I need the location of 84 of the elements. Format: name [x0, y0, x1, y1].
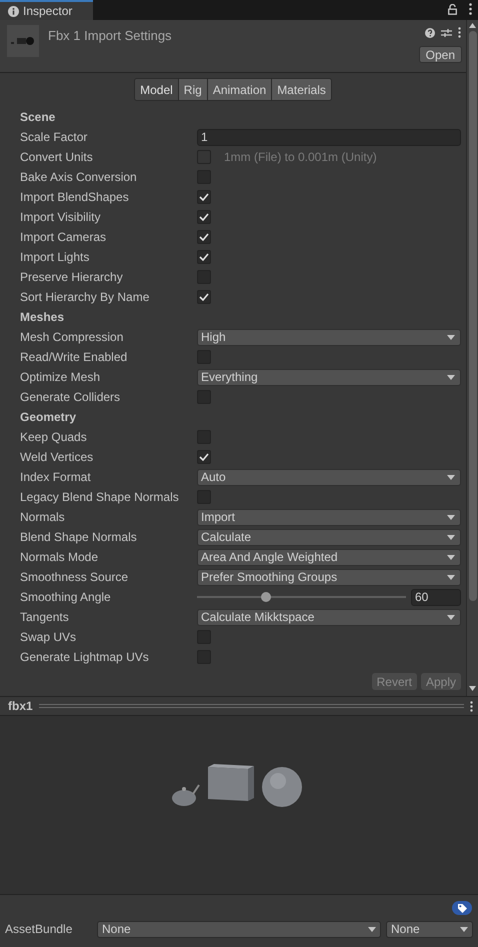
assetbundle-dropdown[interactable]: None: [97, 920, 381, 938]
field-label: Optimize Mesh: [20, 369, 102, 386]
more-icon[interactable]: [469, 3, 472, 15]
materials-tab[interactable]: Materials: [271, 79, 331, 100]
dropdown-caret-icon: [447, 574, 455, 580]
variant-dropdown[interactable]: None: [386, 920, 473, 938]
dropdown[interactable]: Area And Angle Weighted: [197, 548, 461, 566]
label-tag-button[interactable]: [452, 901, 472, 915]
section-header: Scene: [20, 109, 56, 126]
scrollbar[interactable]: [466, 20, 478, 696]
checkbox[interactable]: [197, 450, 211, 464]
more-icon[interactable]: [458, 27, 461, 38]
lock-icon[interactable]: [448, 4, 457, 15]
dropdown[interactable]: Auto: [197, 468, 461, 486]
tab-title: Inspector: [23, 3, 72, 20]
field-label: Swap UVs: [20, 629, 78, 646]
dropdown-caret-icon: [460, 926, 468, 932]
dropdown-caret-icon: [447, 534, 455, 540]
field-label: Read/Write Enabled: [20, 349, 128, 366]
assetbundle-label: AssetBundle: [5, 921, 74, 938]
model-tab[interactable]: Model: [135, 79, 178, 100]
scroll-up-icon[interactable]: [469, 23, 476, 28]
field-label: Normals: [20, 509, 66, 526]
more-icon[interactable]: [470, 700, 473, 712]
preview-title: fbx1: [8, 698, 33, 715]
dropdown-caret-icon: [447, 554, 455, 560]
field-label: Smoothing Angle: [20, 589, 112, 606]
dropdown[interactable]: Everything: [197, 368, 461, 386]
field-label: Weld Vertices: [20, 449, 94, 466]
field-label: Scale Factor: [20, 129, 88, 146]
scrollbar-thumb[interactable]: [468, 31, 476, 601]
sliders-icon[interactable]: [441, 28, 452, 38]
dropdown-caret-icon: [368, 926, 376, 932]
field-label: Smoothness Source: [20, 569, 130, 586]
dropdown-caret-icon: [447, 514, 455, 520]
checkbox[interactable]: [197, 190, 211, 204]
help-icon[interactable]: [425, 28, 435, 38]
dropdown-caret-icon: [447, 334, 455, 340]
field-label: Import BlendShapes: [20, 189, 130, 206]
units-hint: 1mm (File) to 0.001m (Unity): [224, 149, 377, 166]
inspector-tab[interactable]: Inspector: [0, 0, 93, 20]
dropdown-caret-icon: [447, 614, 455, 620]
animation-tab[interactable]: Animation: [206, 79, 272, 100]
field-label: Legacy Blend Shape Normals: [20, 489, 180, 506]
import-settings-title: Fbx 1 Import Settings: [48, 27, 173, 45]
open-button[interactable]: Open: [418, 46, 462, 63]
field-label: Mesh Compression: [20, 329, 124, 346]
field-label: Import Lights: [20, 249, 90, 266]
field-label: Preserve Hierarchy: [20, 269, 124, 286]
dropdown-caret-icon: [447, 374, 455, 380]
field-label: Normals Mode: [20, 549, 100, 566]
checkbox[interactable]: [197, 230, 211, 244]
checkbox[interactable]: [197, 250, 211, 264]
tag-icon: [458, 904, 466, 912]
slider[interactable]: [197, 590, 406, 604]
dropdown[interactable]: Calculate Mikktspace: [197, 608, 461, 626]
field-label: Import Cameras: [20, 229, 108, 246]
dropdown[interactable]: Prefer Smoothing Groups: [197, 568, 461, 586]
checkbox[interactable]: [197, 290, 211, 304]
field-label: Convert Units: [20, 149, 94, 166]
section-header: Meshes: [20, 309, 64, 326]
field-label: Generate Lightmap UVs: [20, 649, 150, 666]
scroll-down-icon[interactable]: [469, 686, 476, 691]
dropdown[interactable]: High: [197, 328, 461, 346]
dropdown-caret-icon: [447, 474, 455, 480]
dropdown[interactable]: Import: [197, 508, 461, 526]
angle-field[interactable]: 60: [411, 588, 461, 606]
field-label: Keep Quads: [20, 429, 88, 446]
scale-factor-field[interactable]: 1: [197, 128, 461, 146]
field-label: Bake Axis Conversion: [20, 169, 138, 186]
rig-tab[interactable]: Rig: [178, 79, 207, 100]
info-icon: [8, 6, 19, 16]
model-preview[interactable]: [0, 716, 478, 894]
field-label: Generate Colliders: [20, 389, 122, 406]
slider-thumb[interactable]: [260, 592, 271, 602]
model-icon: [11, 36, 35, 46]
field-label: Import Visibility: [20, 209, 102, 226]
field-label: Index Format: [20, 469, 92, 486]
field-label: Sort Hierarchy By Name: [20, 289, 150, 306]
checkbox[interactable]: [197, 210, 211, 224]
field-label: Tangents: [20, 609, 70, 626]
section-header: Geometry: [20, 409, 76, 426]
field-label: Blend Shape Normals: [20, 529, 138, 546]
dropdown[interactable]: Calculate: [197, 528, 461, 546]
